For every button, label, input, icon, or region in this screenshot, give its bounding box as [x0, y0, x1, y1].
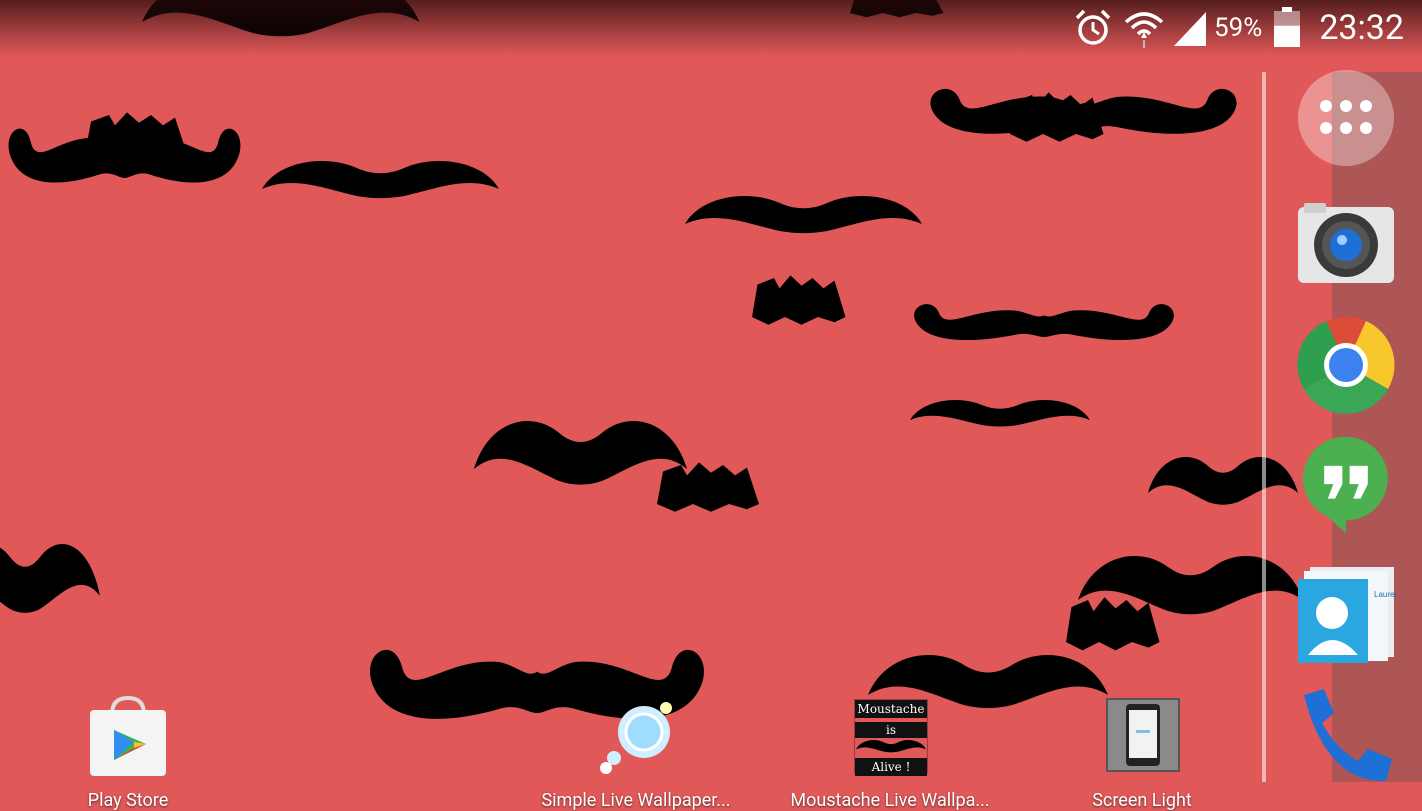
screen-light-icon	[1106, 698, 1180, 772]
app-screen-light[interactable]: Screen Light	[1032, 694, 1252, 811]
battery-icon	[1274, 7, 1300, 47]
alarm-icon	[1075, 9, 1111, 45]
battery-percent: 59%	[1214, 13, 1263, 43]
moustache-icon-is: is	[855, 722, 927, 738]
play-store-icon	[90, 696, 166, 776]
app-play-store[interactable]: Play Store	[18, 694, 238, 811]
signal-icon	[1174, 12, 1206, 46]
app-label: Screen Light	[1092, 790, 1192, 811]
app-label: Play Store	[87, 790, 169, 811]
wifi-icon	[1124, 12, 1164, 48]
status-bar	[0, 0, 1422, 56]
chrome-icon[interactable]	[1296, 315, 1396, 415]
dock	[1262, 70, 1422, 782]
simple-live-wallpaper-icon	[600, 702, 672, 774]
app-label: Simple Live Wallpaper...	[541, 790, 731, 811]
camera-icon[interactable]	[1296, 195, 1396, 295]
moustache-icon-title: Moustache	[855, 700, 927, 718]
moustache-pattern	[0, 0, 1303, 719]
moustache-wallpaper-icon: Moustache is Alive !	[854, 699, 928, 776]
moustache-wallpaper	[0, 0, 1303, 719]
moustache-icon-alive: Alive !	[855, 758, 927, 776]
hangouts-icon[interactable]	[1296, 435, 1396, 535]
svg-text:Lauren: Lauren	[1374, 590, 1396, 599]
clock: 23:32	[1319, 8, 1404, 48]
moustache-mini-icon	[856, 740, 926, 753]
apps-drawer-icon[interactable]	[1296, 68, 1396, 168]
contacts-icon[interactable]: Lauren	[1296, 565, 1396, 665]
app-moustache-live-wallpaper[interactable]: Moustache is Alive ! Moustache Live Wall…	[780, 694, 1000, 811]
app-simple-live-wallpaper[interactable]: Simple Live Wallpaper...	[526, 694, 746, 811]
phone-icon[interactable]	[1296, 685, 1396, 785]
app-label: Moustache Live Wallpa...	[790, 790, 990, 811]
